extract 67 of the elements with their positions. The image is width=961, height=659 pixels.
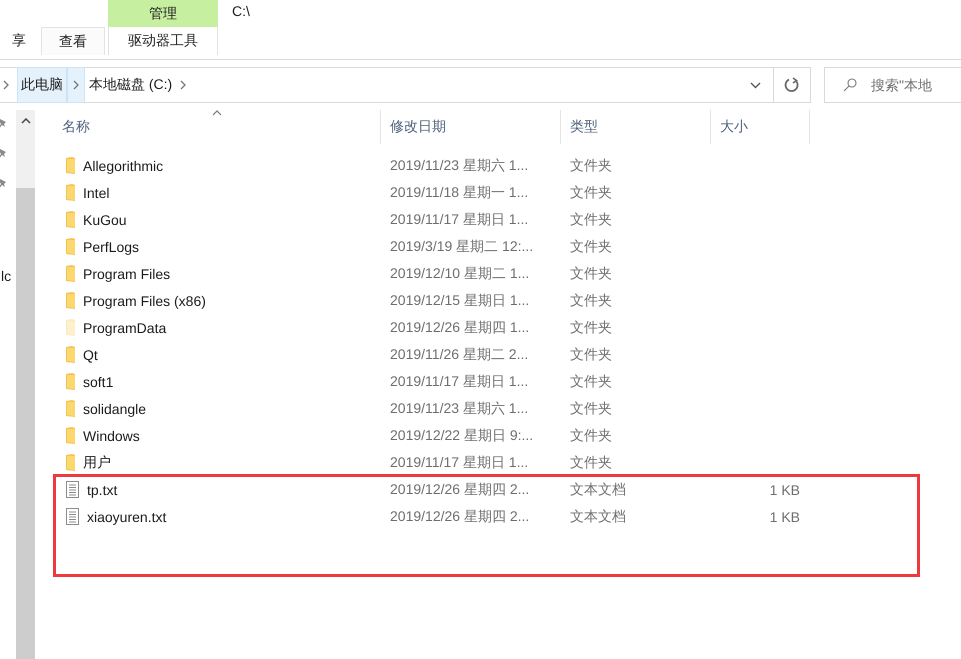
ribbon-tab[interactable]: 享 bbox=[0, 27, 26, 55]
breadcrumb[interactable]: 此电脑 bbox=[17, 67, 67, 103]
pin-icon[interactable] bbox=[0, 178, 8, 190]
modified-date: 2019/12/15 星期日 1... bbox=[389, 292, 530, 310]
modified-date: 2019/12/10 星期二 1... bbox=[389, 264, 530, 282]
file-type: 文件夹 bbox=[569, 264, 613, 282]
file-type: 文件夹 bbox=[569, 238, 613, 256]
scroll-up-icon[interactable] bbox=[20, 118, 30, 124]
ribbon-tab[interactable]: 驱动器工具 bbox=[108, 27, 218, 55]
modified-date: 2019/11/18 星期一 1... bbox=[389, 184, 530, 202]
dropdown-icon[interactable] bbox=[750, 82, 761, 88]
modified-date: 2019/11/17 星期日 1... bbox=[389, 454, 530, 472]
file-name[interactable]: solidangle bbox=[83, 400, 146, 416]
file-name[interactable]: KuGou bbox=[83, 212, 127, 228]
modified-date: 2019/12/26 星期四 1... bbox=[389, 318, 530, 336]
file-name[interactable]: ProgramData bbox=[83, 320, 166, 336]
file-name[interactable]: Allegorithmic bbox=[83, 158, 164, 174]
file-name[interactable]: Qt bbox=[83, 346, 98, 362]
address-bar[interactable]: 此电脑 本地磁盘 (C:) bbox=[0, 67, 774, 103]
refresh-icon[interactable] bbox=[784, 77, 800, 93]
file-name[interactable]: xiaoyuren.txt bbox=[87, 508, 166, 524]
file-name[interactable]: tp.txt bbox=[87, 482, 118, 498]
pin-icon[interactable] bbox=[0, 118, 8, 130]
refresh-button[interactable] bbox=[774, 67, 811, 103]
file-name[interactable]: Windows bbox=[83, 428, 140, 444]
nav-item[interactable]: lc bbox=[1, 268, 12, 284]
modified-date: 2019/12/26 星期四 2... bbox=[389, 508, 530, 526]
modified-date: 2019/12/22 星期日 9:... bbox=[389, 426, 534, 444]
column-header[interactable]: 名称 bbox=[53, 110, 381, 144]
file-name[interactable]: PerfLogs bbox=[83, 238, 140, 254]
modified-date: 2019/11/26 星期二 2... bbox=[389, 346, 530, 364]
file-name[interactable]: Intel bbox=[83, 184, 110, 200]
file-type: 文件夹 bbox=[569, 210, 613, 228]
modified-date: 2019/12/26 星期四 2... bbox=[389, 480, 530, 498]
context-tab-group: 管理 bbox=[108, 0, 218, 27]
scrollbar[interactable] bbox=[16, 110, 35, 659]
file-type: 文件夹 bbox=[569, 346, 613, 364]
column-header[interactable]: 类型 bbox=[561, 110, 711, 144]
file-type: 文件夹 bbox=[569, 426, 613, 444]
file-size: 1 KB bbox=[768, 482, 801, 498]
search-box[interactable]: 搜索"本地 bbox=[824, 67, 961, 103]
modified-date: 2019/11/23 星期六 1... bbox=[389, 400, 530, 418]
file-type: 文件夹 bbox=[569, 292, 613, 310]
pin-icon[interactable] bbox=[0, 148, 8, 160]
search-icon bbox=[843, 78, 857, 92]
modified-date: 2019/11/17 星期日 1... bbox=[389, 372, 530, 390]
file-name[interactable]: Program Files bbox=[83, 266, 170, 282]
file-type: 文件夹 bbox=[569, 372, 613, 390]
column-header[interactable]: 修改日期 bbox=[381, 110, 561, 144]
modified-date: 2019/3/19 星期二 12:... bbox=[389, 238, 534, 256]
ribbon-tab[interactable]: 查看 bbox=[41, 27, 105, 55]
file-type: 文件夹 bbox=[569, 454, 613, 472]
breadcrumb[interactable]: 本地磁盘 (C:) bbox=[85, 67, 176, 103]
file-name[interactable]: 用户 bbox=[83, 454, 111, 472]
modified-date: 2019/11/23 星期六 1... bbox=[389, 156, 530, 174]
file-size: 1 KB bbox=[768, 508, 801, 524]
file-type: 文件夹 bbox=[569, 156, 613, 174]
file-name[interactable]: soft1 bbox=[83, 374, 114, 390]
window-title: C:\ bbox=[232, 3, 250, 21]
file-type: 文件夹 bbox=[569, 400, 613, 418]
file-type: 文本文档 bbox=[569, 480, 627, 498]
modified-date: 2019/11/17 星期日 1... bbox=[389, 210, 530, 228]
file-type: 文件夹 bbox=[569, 318, 613, 336]
file-type: 文件夹 bbox=[569, 184, 613, 202]
file-name[interactable]: Program Files (x86) bbox=[83, 292, 206, 308]
column-header[interactable]: 大小 bbox=[711, 110, 810, 144]
file-type: 文本文档 bbox=[569, 508, 627, 526]
